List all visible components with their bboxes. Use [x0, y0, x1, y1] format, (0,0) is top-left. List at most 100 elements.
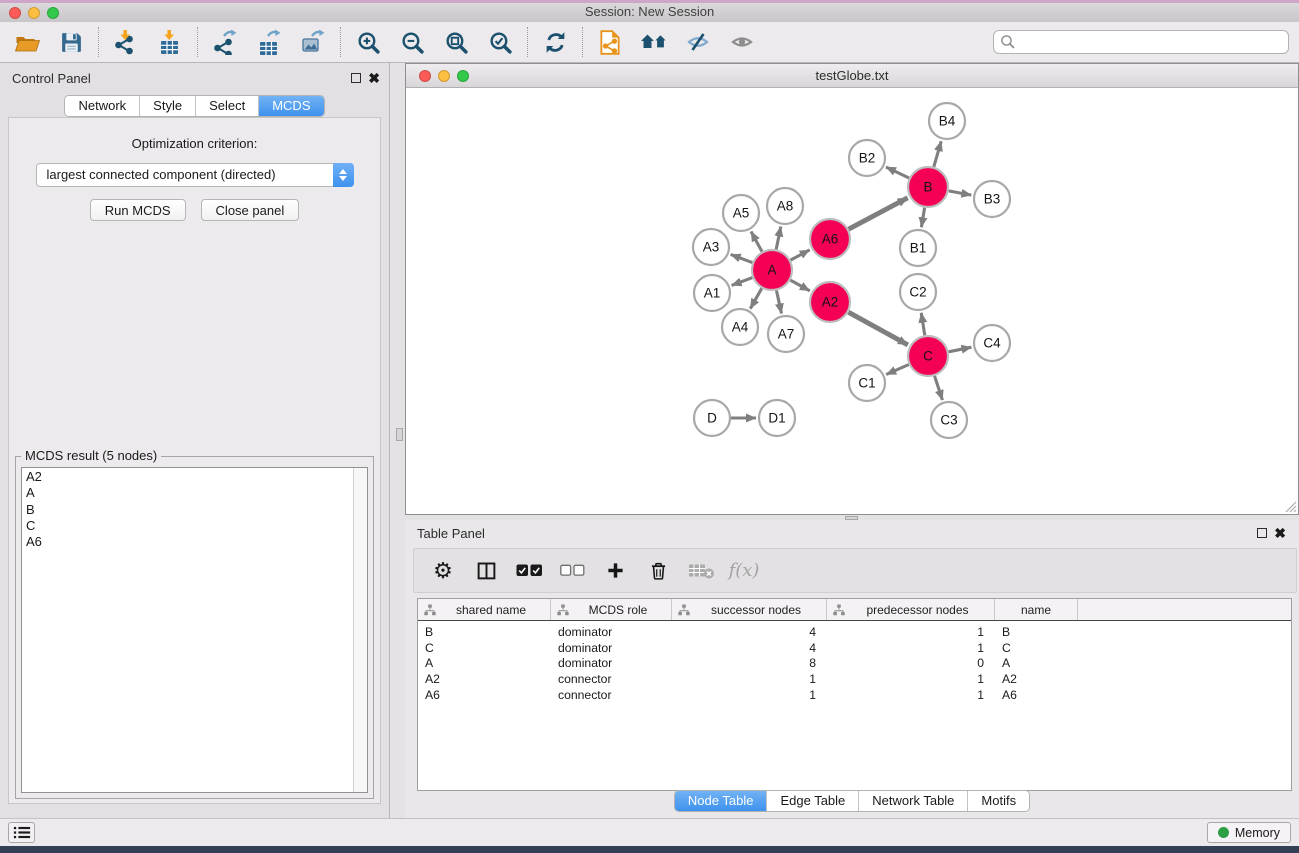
- graph-node-C2[interactable]: C2: [900, 274, 936, 310]
- table-row[interactable]: Cdominator41C: [418, 640, 1291, 656]
- table-tab-network-table[interactable]: Network Table: [858, 791, 967, 811]
- graph-node-B4[interactable]: B4: [929, 103, 965, 139]
- delete-table-icon[interactable]: [686, 557, 716, 585]
- close-table-panel-icon[interactable]: ✖: [1274, 527, 1286, 539]
- export-table-icon[interactable]: [255, 28, 283, 56]
- graph-edge-A-A6[interactable]: [791, 250, 810, 260]
- graph-edge-A6-B[interactable]: [849, 198, 908, 229]
- graph-node-A8[interactable]: A8: [767, 188, 803, 224]
- refresh-network-icon[interactable]: [541, 28, 569, 56]
- import-table-icon[interactable]: [156, 28, 184, 56]
- close-window-button[interactable]: [9, 7, 21, 19]
- zoom-out-icon[interactable]: [398, 28, 426, 56]
- search-input[interactable]: [993, 30, 1289, 54]
- graph-edge-B-B3[interactable]: [949, 191, 972, 195]
- graph-node-B2[interactable]: B2: [849, 140, 885, 176]
- graph-edge-A-A4[interactable]: [750, 288, 761, 308]
- graph-node-C3[interactable]: C3: [931, 402, 967, 438]
- table-row[interactable]: Bdominator41B: [418, 624, 1291, 640]
- save-session-icon[interactable]: [57, 28, 85, 56]
- graph-node-B3[interactable]: B3: [974, 181, 1010, 217]
- graph-edge-A-A1[interactable]: [732, 278, 753, 286]
- float-table-panel-icon[interactable]: [1257, 528, 1267, 538]
- graph-node-B1[interactable]: B1: [900, 230, 936, 266]
- add-column-icon[interactable]: [600, 557, 630, 585]
- zoom-window-button[interactable]: [47, 7, 59, 19]
- mcds-result-item[interactable]: C: [26, 518, 367, 534]
- result-list-scrollbar[interactable]: [353, 468, 367, 792]
- mcds-result-item[interactable]: B: [26, 502, 367, 518]
- resize-grip-icon[interactable]: [1284, 500, 1297, 513]
- function-builder-icon[interactable]: f(x): [729, 557, 759, 585]
- tab-select[interactable]: Select: [195, 96, 258, 116]
- hide-selected-icon[interactable]: [684, 28, 712, 56]
- graph-edge-C-C3[interactable]: [935, 376, 943, 400]
- show-all-icon[interactable]: [728, 28, 756, 56]
- graph-node-A[interactable]: A: [752, 250, 792, 290]
- close-view-button[interactable]: [419, 70, 431, 82]
- close-panel-icon[interactable]: ✖: [368, 72, 380, 84]
- memory-button[interactable]: Memory: [1207, 822, 1291, 843]
- close-panel-button[interactable]: Close panel: [201, 199, 300, 221]
- export-image-icon[interactable]: [299, 28, 327, 56]
- graph-edge-A-A7[interactable]: [776, 291, 781, 314]
- table-settings-icon[interactable]: ⚙: [428, 557, 458, 585]
- tab-network[interactable]: Network: [65, 96, 139, 116]
- task-history-button[interactable]: [8, 822, 35, 843]
- column-header-successor-nodes[interactable]: successor nodes: [672, 599, 827, 620]
- tab-mcds[interactable]: MCDS: [258, 96, 323, 116]
- graph-edge-B-B4[interactable]: [934, 141, 941, 167]
- graph-edge-A-A5[interactable]: [751, 231, 762, 251]
- zoom-view-button[interactable]: [457, 70, 469, 82]
- graph-node-A3[interactable]: A3: [693, 229, 729, 265]
- open-file-icon[interactable]: [13, 28, 41, 56]
- table-row[interactable]: A2connector11A2: [418, 671, 1291, 687]
- table-row[interactable]: A6connector11A6: [418, 687, 1291, 703]
- mcds-result-item[interactable]: A2: [26, 469, 367, 485]
- column-header-MCDS-role[interactable]: MCDS role: [551, 599, 672, 620]
- graph-edge-C-C4[interactable]: [949, 347, 972, 352]
- column-header-name[interactable]: name: [995, 599, 1078, 620]
- table-tab-edge-table[interactable]: Edge Table: [766, 791, 858, 811]
- import-network-icon[interactable]: [112, 28, 140, 56]
- show-columns-icon[interactable]: [471, 557, 501, 585]
- optimization-criterion-select[interactable]: largest connected component (directed): [36, 163, 354, 187]
- new-network-from-selection-icon[interactable]: [596, 28, 624, 56]
- network-canvas[interactable]: B4B2BB3A8A5A6A3B1AA1C2A2A4A7C4CC1C3DD1: [406, 88, 1298, 514]
- first-neighbors-icon[interactable]: [640, 28, 668, 56]
- select-all-columns-icon[interactable]: [514, 557, 544, 585]
- delete-columns-icon[interactable]: [643, 557, 673, 585]
- graph-node-A1[interactable]: A1: [694, 275, 730, 311]
- minimize-window-button[interactable]: [28, 7, 40, 19]
- graph-edge-B-B1[interactable]: [921, 208, 924, 228]
- graph-node-A4[interactable]: A4: [722, 309, 758, 345]
- vertical-split-handle[interactable]: [396, 428, 403, 441]
- graph-edge-A-A2[interactable]: [790, 280, 809, 291]
- zoom-fit-icon[interactable]: [442, 28, 470, 56]
- graph-node-A5[interactable]: A5: [723, 195, 759, 231]
- run-mcds-button[interactable]: Run MCDS: [90, 199, 186, 221]
- zoom-selected-icon[interactable]: [486, 28, 514, 56]
- minimize-view-button[interactable]: [438, 70, 450, 82]
- graph-node-C1[interactable]: C1: [849, 365, 885, 401]
- graph-edge-A-A8[interactable]: [776, 227, 781, 250]
- graph-edge-A-A3[interactable]: [731, 254, 753, 262]
- zoom-in-icon[interactable]: [354, 28, 382, 56]
- graph-node-B[interactable]: B: [908, 167, 948, 207]
- graph-node-C[interactable]: C: [908, 336, 948, 376]
- graph-edge-B-B2[interactable]: [886, 167, 909, 178]
- export-network-icon[interactable]: [211, 28, 239, 56]
- column-header-predecessor-nodes[interactable]: predecessor nodes: [827, 599, 995, 620]
- mcds-result-item[interactable]: A6: [26, 534, 367, 550]
- table-row[interactable]: Adominator80A: [418, 656, 1291, 672]
- graph-node-D[interactable]: D: [694, 400, 730, 436]
- unselect-all-columns-icon[interactable]: [557, 557, 587, 585]
- mcds-result-item[interactable]: A: [26, 485, 367, 501]
- graph-node-A7[interactable]: A7: [768, 316, 804, 352]
- table-tab-node-table[interactable]: Node Table: [675, 791, 767, 811]
- graph-edge-C-C1[interactable]: [886, 364, 909, 374]
- float-panel-icon[interactable]: [351, 73, 361, 83]
- graph-edge-C-C2[interactable]: [921, 313, 925, 336]
- graph-node-A2[interactable]: A2: [810, 282, 850, 322]
- graph-node-D1[interactable]: D1: [759, 400, 795, 436]
